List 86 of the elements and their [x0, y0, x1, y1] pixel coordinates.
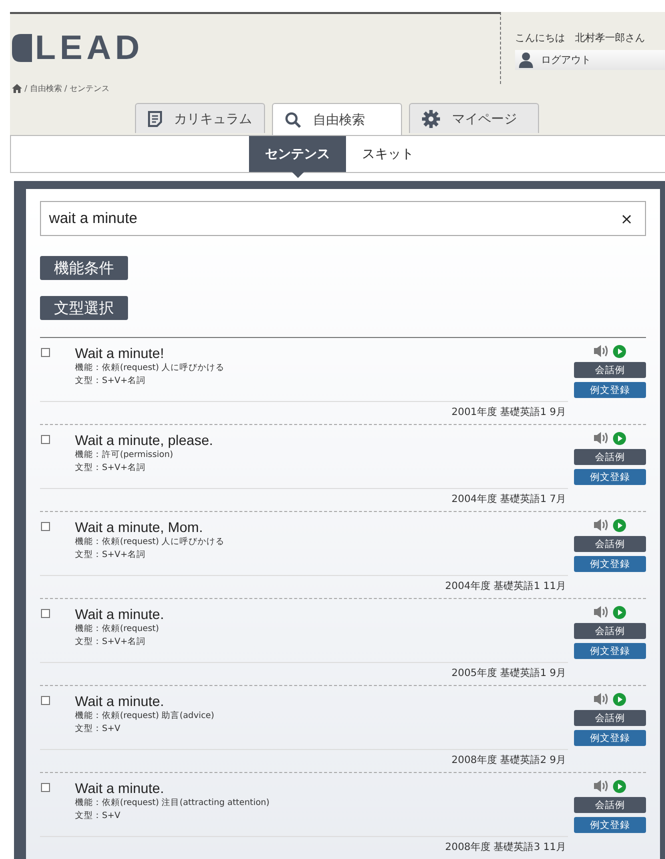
function-label: 機能： — [75, 798, 102, 808]
function-text: 依頼(request) 人に呼びかける — [102, 363, 225, 373]
play-icon[interactable] — [613, 606, 626, 618]
register-button[interactable]: 例文登録 — [574, 643, 646, 659]
function-label: 機能： — [75, 363, 102, 373]
pattern-text: S+V — [102, 724, 120, 734]
function-text: 依頼(request) 注目(attracting attention) — [102, 798, 270, 808]
sentence-text: Wait a minute! — [75, 344, 165, 362]
pattern-label: 文型： — [75, 463, 102, 473]
source-text: 2001年度 基礎英語1 9月 — [450, 406, 566, 420]
function-label: 機能： — [75, 450, 102, 460]
sentence-text: Wait a minute, please. — [75, 431, 214, 449]
logo-mark-icon — [12, 34, 32, 62]
nav-tab[interactable]: 自由検索 — [272, 103, 402, 135]
checkbox[interactable] — [41, 348, 50, 357]
register-button[interactable]: 例文登録 — [574, 730, 646, 746]
dialog-button[interactable]: 会話例 — [574, 623, 646, 639]
dialog-button[interactable]: 会話例 — [574, 449, 646, 465]
function-text: 許可(permission) — [102, 450, 174, 460]
function-text: 依頼(request) — [102, 624, 159, 634]
greeting-text: こんにちは 北村孝一郎さん — [515, 32, 646, 45]
source-text: 2008年度 基礎英語2 9月 — [450, 754, 566, 768]
speaker-icon[interactable] — [594, 432, 610, 444]
logo: LEAD — [35, 34, 144, 62]
register-button[interactable]: 例文登録 — [574, 382, 646, 398]
dialog-button[interactable]: 会話例 — [574, 362, 646, 378]
pattern-text: S+V+名詞 — [102, 550, 146, 560]
clear-button[interactable]: × — [616, 210, 637, 228]
source-text: 2004年度 基礎英語1 11月 — [444, 580, 566, 594]
speaker-icon[interactable] — [594, 519, 610, 531]
user-icon — [519, 52, 533, 68]
nav-tab[interactable]: マイページ — [409, 103, 539, 133]
register-button[interactable]: 例文登録 — [574, 469, 646, 485]
nav-tab[interactable]: カリキュラム — [135, 103, 265, 133]
sub-tab[interactable]: スキット — [346, 136, 430, 172]
search-icon — [285, 112, 301, 128]
play-icon[interactable] — [613, 432, 626, 444]
logout-button[interactable]: ログアウト — [515, 50, 665, 70]
dialog-button[interactable]: 会話例 — [574, 797, 646, 813]
sentence-text: Wait a minute. — [75, 605, 165, 623]
pattern-text: S+V+名詞 — [102, 463, 146, 473]
pattern-text: S+V+名詞 — [102, 637, 146, 647]
pattern-label: 文型： — [75, 376, 102, 386]
dialog-button[interactable]: 会話例 — [574, 710, 646, 726]
source-text: 2004年度 基礎英語1 7月 — [450, 492, 566, 507]
checkbox[interactable] — [41, 609, 50, 618]
sentence-text: Wait a minute. — [75, 779, 165, 797]
sentence-text: Wait a minute, Mom. — [75, 518, 204, 536]
speaker-icon[interactable] — [594, 606, 610, 618]
speaker-icon[interactable] — [594, 780, 610, 792]
function-label: 機能： — [75, 537, 102, 547]
play-icon[interactable] — [613, 692, 626, 706]
pattern-label: 文型： — [75, 550, 102, 560]
play-icon[interactable] — [613, 344, 626, 358]
gear-icon — [422, 110, 440, 128]
function-label: 機能： — [75, 624, 102, 634]
function-text: 依頼(request) 人に呼びかける — [102, 537, 225, 547]
checkbox[interactable] — [41, 696, 50, 705]
pattern-label: 文型： — [75, 724, 102, 734]
checkbox[interactable] — [41, 435, 50, 444]
play-icon[interactable] — [613, 518, 626, 532]
dialog-button[interactable]: 会話例 — [574, 536, 646, 552]
filter-button[interactable]: 機能条件 — [40, 256, 128, 280]
filter-button[interactable]: 文型選択 — [40, 296, 128, 320]
breadcrumb-item[interactable]: / 自由検索 — [22, 83, 62, 94]
source-text: 2005年度 基礎英語1 9月 — [450, 666, 566, 681]
search-field[interactable]: wait a minute × — [40, 201, 646, 236]
checkbox[interactable] — [41, 522, 50, 531]
breadcrumb-item: / センテンス — [63, 83, 110, 94]
play-icon[interactable] — [613, 780, 626, 792]
pattern-text: S+V — [102, 811, 120, 821]
function-text: 依頼(request) 助言(advice) — [102, 711, 214, 721]
pattern-text: S+V+名詞 — [102, 376, 146, 386]
register-button[interactable]: 例文登録 — [574, 817, 646, 833]
pattern-label: 文型： — [75, 811, 102, 821]
document-icon — [148, 110, 162, 126]
checkbox[interactable] — [41, 783, 50, 792]
function-label: 機能： — [75, 711, 102, 721]
speaker-icon[interactable] — [594, 693, 610, 705]
register-button[interactable]: 例文登録 — [574, 556, 646, 572]
speaker-icon[interactable] — [594, 345, 610, 357]
pattern-label: 文型： — [75, 637, 102, 647]
source-text: 2008年度 基礎英語3 11月 — [444, 840, 566, 855]
home-icon[interactable] — [12, 84, 22, 93]
sentence-text: Wait a minute. — [75, 692, 165, 710]
sub-tab[interactable]: センテンス — [249, 136, 346, 172]
